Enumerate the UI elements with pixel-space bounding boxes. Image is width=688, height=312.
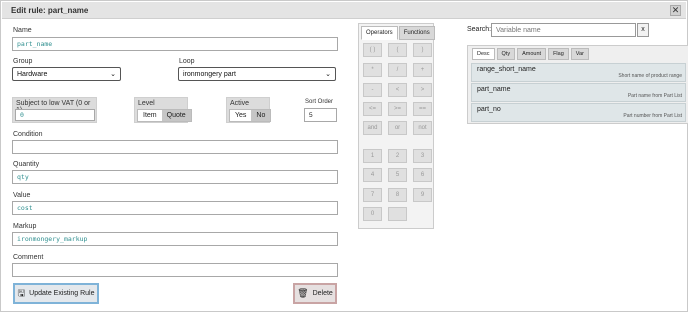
level-box: Level Item Quote [134,97,192,123]
digit-key[interactable]: 8 [388,188,407,202]
variable-search-input[interactable]: Variable name [491,23,636,37]
level-quote-option[interactable]: Quote [161,110,191,121]
group-select[interactable]: Hardware ⌄ [12,67,121,81]
level-label: Level [138,100,155,107]
update-rule-label: Update Existing Rule [29,290,95,297]
variable-desc: Short name of product range [618,73,682,79]
operator-key[interactable]: - [363,83,382,97]
digit-key[interactable]: 6 [413,168,432,182]
tab-flag[interactable]: Flag [548,48,569,60]
active-yes-option[interactable]: Yes [230,110,252,121]
value-label: Value [13,192,31,199]
search-label: Search: [467,26,492,33]
search-clear-button[interactable]: x [637,23,649,37]
condition-input[interactable] [12,140,338,154]
trash-icon: 🗑 [297,288,309,298]
operator-key[interactable]: not [413,121,432,135]
operator-key[interactable]: == [413,102,432,116]
loop-value: ironmongery part [183,71,236,78]
operator-key[interactable]: <= [363,102,382,116]
level-toggle: Item Quote [137,109,192,122]
operator-key[interactable]: ( ) [363,43,382,57]
digit-key[interactable]: 3 [413,149,432,163]
operator-key[interactable]: + [413,63,432,77]
markup-input[interactable]: ironmongery_markup [12,232,338,246]
variable-item[interactable]: range_short_name Short name of product r… [471,63,686,82]
operator-key[interactable]: ) [413,43,432,57]
variables-panel: Desc Qty Amount Flag Var range_short_nam… [467,45,688,124]
delete-label: Delete [312,290,333,297]
comment-input[interactable] [12,263,338,277]
quantity-label: Quantity [13,161,40,168]
tab-amount[interactable]: Amount [517,48,547,60]
loop-label: Loop [179,58,195,65]
sort-order-input[interactable]: 5 [304,108,337,122]
operator-key[interactable]: < [388,83,407,97]
group-value: Hardware [17,71,48,78]
active-box: Active Yes No [226,97,272,123]
tab-var[interactable]: Var [570,48,589,60]
group-label: Group [13,58,33,65]
operators-panel: Operators Functions ( ) ( ) * / + - < > … [358,23,436,229]
update-rule-button[interactable]: 🖫 Update Existing Rule [13,283,99,304]
name-input[interactable]: part_name [12,37,338,51]
variable-name: range_short_name [477,66,536,73]
active-label: Active [230,100,250,107]
digit-key[interactable]: 0 [363,207,382,221]
vat-input[interactable]: 0 [15,109,95,121]
operator-key[interactable]: / [388,63,407,77]
variable-name: part_name [477,86,511,93]
tab-qty[interactable]: Qty [496,48,516,60]
variable-item[interactable]: part_no Part number from Part List [471,103,686,122]
digit-key[interactable]: 5 [388,168,407,182]
save-icon: 🖫 [17,288,26,298]
dialog-title: Edit rule: part_name [11,6,89,15]
comment-label: Comment [13,254,44,261]
variable-tabs: Desc Qty Amount Flag Var [472,48,591,60]
vat-box: Subject to low VAT (0 or 1) 0 [12,97,97,123]
dialog-titlebar: Edit rule: part_name ✕ [2,2,686,19]
value-input[interactable]: cost [12,201,338,215]
digit-key[interactable]: 4 [363,168,382,182]
digit-key[interactable]: 2 [388,149,407,163]
variable-item[interactable]: part_name Part name from Part List [471,83,686,102]
operator-key[interactable]: or [388,121,407,135]
operator-key[interactable]: * [363,63,382,77]
digit-key[interactable]: 1 [363,149,382,163]
tab-functions[interactable]: Functions [398,26,435,40]
close-icon[interactable]: ✕ [670,5,681,16]
active-no-option[interactable]: No [251,110,271,121]
blank-key[interactable] [388,207,407,221]
loop-select[interactable]: ironmongery part ⌄ [178,67,336,81]
level-item-option[interactable]: Item [138,110,162,121]
active-toggle: Yes No [229,109,272,122]
variable-name: part_no [477,106,501,113]
operator-key[interactable]: > [413,83,432,97]
name-label: Name [13,27,32,34]
chevron-down-icon: ⌄ [325,71,331,78]
chevron-down-icon: ⌄ [110,71,116,78]
digit-key[interactable]: 7 [363,188,382,202]
quantity-input[interactable]: qty [12,170,338,184]
delete-button[interactable]: 🗑 Delete [293,283,337,304]
operators-tabs: Operators Functions [361,26,436,40]
sort-order-label: Sort Order [305,99,334,105]
condition-label: Condition [13,131,43,138]
markup-label: Markup [13,223,37,230]
operator-key[interactable]: ( [388,43,407,57]
tab-operators[interactable]: Operators [361,26,398,40]
variable-desc: Part number from Part List [623,113,682,119]
edit-rule-dialog: Edit rule: part_name ✕ Name part_name Gr… [0,0,688,312]
tab-desc[interactable]: Desc [472,48,495,60]
digit-key[interactable]: 9 [413,188,432,202]
operator-key[interactable]: and [363,121,382,135]
variable-desc: Part name from Part List [627,93,682,99]
operator-key[interactable]: >= [388,102,407,116]
